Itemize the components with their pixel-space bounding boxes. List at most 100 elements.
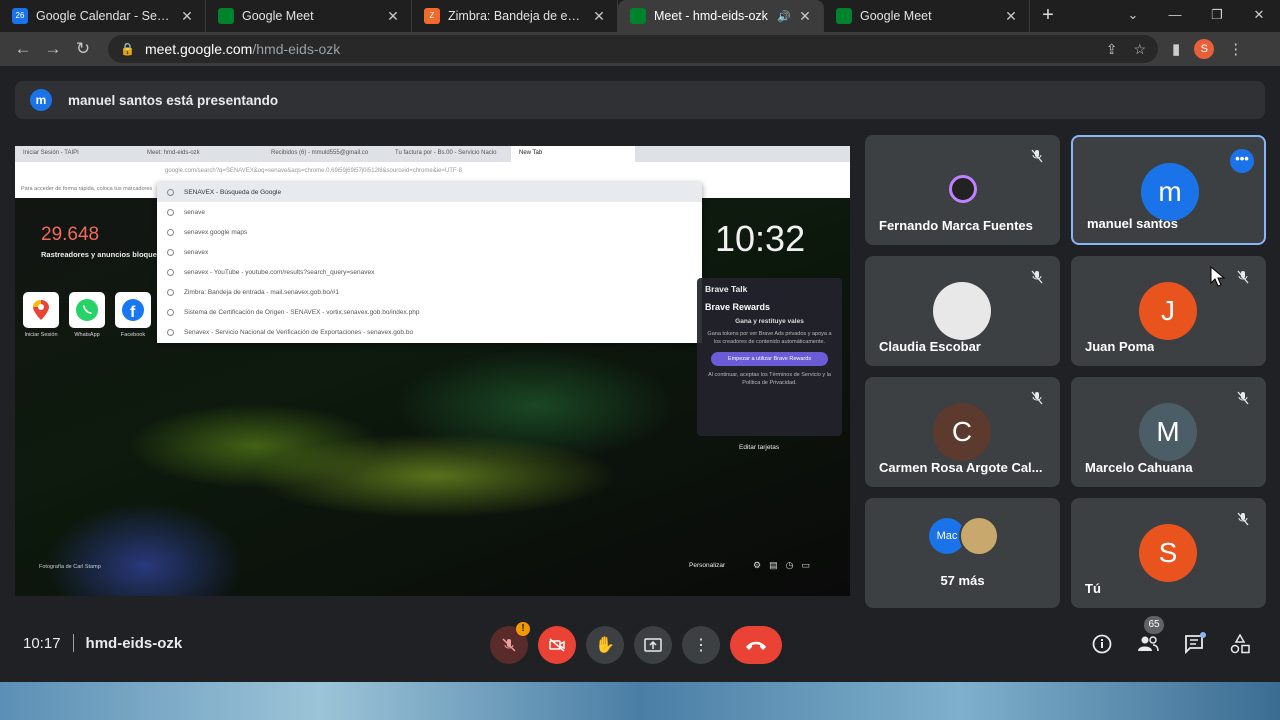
lock-icon[interactable]: 🔒 [120, 42, 135, 56]
participant-tile[interactable]: M Marcelo Cahuana [1071, 377, 1266, 487]
customize-label: Personalizar [689, 562, 726, 569]
camera-button[interactable] [538, 626, 576, 664]
present-button[interactable] [634, 626, 672, 664]
suggestion-text: SENAVEX - Búsqueda de Google [184, 188, 282, 196]
profile-avatar[interactable]: S [1194, 39, 1215, 59]
avatar: J [1139, 282, 1197, 340]
meeting-time: 10:17 [23, 634, 61, 652]
shortcut-label: WhatsApp [74, 332, 100, 338]
suggestion-text: senavex google maps [184, 228, 248, 236]
suggestion-item: senavex - YouTube - youtube.com/results?… [157, 262, 702, 282]
reload-button[interactable]: ↻ [68, 34, 98, 64]
map-pin-icon [33, 300, 49, 320]
presenting-text: manuel santos está presentando [68, 92, 279, 108]
bookmark-star-icon[interactable]: ☆ [1133, 41, 1146, 58]
menu-kebab-icon[interactable]: ⋮ [1228, 40, 1243, 58]
search-suggestions: SENAVEX - Búsqueda de Google senave senave… [157, 182, 702, 343]
participant-tile[interactable]: m ••• manuel santos [1071, 135, 1266, 245]
speaker-icon[interactable]: 🔊 [777, 10, 791, 23]
camera-off-icon [549, 638, 565, 652]
presenting-banner: m manuel santos está presentando [15, 81, 1265, 119]
participant-name: Marcelo Cahuana [1085, 460, 1193, 475]
shortcut-label: Iniciar Sesión [24, 332, 58, 338]
tab-title: Meet - hmd-eids-ozk [654, 9, 768, 23]
participant-tile[interactable]: Claudia Escobar [865, 256, 1060, 366]
participant-tile[interactable]: S Tú [1071, 498, 1266, 608]
participant-tile[interactable]: Mac 57 más [865, 498, 1060, 608]
chat-button[interactable] [1182, 630, 1206, 658]
suggestion-item: SENAVEX - Búsqueda de Google [157, 182, 702, 202]
suggestion-text: senavex - YouTube - youtube.com/results?… [184, 268, 375, 276]
participant-count-badge: 65 [1144, 616, 1164, 634]
tab-search-icon[interactable]: ⌄ [1112, 0, 1154, 32]
share-icon[interactable]: ⇪ [1106, 41, 1118, 58]
browser-tab[interactable]: Z Zimbra: Bandeja de entrada | ✕ [412, 0, 618, 32]
mic-off-icon [502, 638, 516, 652]
browser-tab[interactable]: 26 Google Calendar - Semana d ✕ [0, 0, 206, 32]
shared-tab: Meet: hmd-eids-ozk [147, 150, 200, 156]
tracker-label: Rastreadores y anuncios bloqueados [41, 250, 175, 259]
participant-tile[interactable]: Fernando Marca Fuentes [865, 135, 1060, 245]
browser-tab[interactable]: Meet - hmd-eids-ozk 🔊 ✕ [618, 0, 824, 32]
forward-button[interactable]: → [38, 34, 68, 64]
more-options-icon[interactable]: ••• [1230, 149, 1254, 173]
suggestion-icon [167, 228, 174, 236]
suggestion-text: Zimbra: Bandeja de entrada - mail.senave… [184, 288, 340, 296]
suggestion-icon [167, 308, 174, 316]
address-bar[interactable]: 🔒 meet.google.com/hmd-eids-ozk ⇪ ☆ [108, 35, 1158, 63]
muted-mic-icon [1232, 391, 1254, 413]
divider [72, 634, 74, 652]
participant-name: Fernando Marca Fuentes [879, 218, 1033, 233]
suggestion-text: Sistema de Certificación de Origen - SEN… [184, 308, 420, 316]
hang-up-icon [746, 641, 766, 650]
edit-cards-label: Editar tarjetas [739, 444, 780, 451]
muted-mic-icon [1232, 512, 1254, 534]
microphone-button[interactable]: ! [490, 622, 530, 664]
muted-mic-icon [1026, 149, 1048, 171]
address-domain: meet.google.com [144, 41, 253, 57]
tab-favicon-icon: Z [424, 8, 440, 24]
suggestion-text: senavex [184, 248, 209, 256]
suggestion-item: Senavex - Servicio Nacional de Verificac… [157, 322, 702, 342]
suggestion-item: senavex [157, 242, 702, 262]
tab-close-icon[interactable]: ✕ [591, 8, 607, 25]
leave-call-button[interactable] [730, 626, 782, 664]
back-button[interactable]: ← [8, 34, 38, 64]
hand-icon: ✋ [595, 637, 615, 654]
raise-hand-button[interactable]: ✋ [586, 626, 624, 664]
cast-icon: ▭ [801, 560, 810, 570]
meeting-details-button[interactable] [1090, 630, 1114, 658]
new-tab-button[interactable]: + [1030, 0, 1066, 32]
more-options-button[interactable]: ⋮ [682, 626, 720, 664]
brave-talk-label: Brave Talk [705, 284, 748, 294]
participant-name: Juan Poma [1085, 339, 1155, 354]
rewards-subtitle: Gana y restituye vales [735, 318, 804, 325]
browser-tab[interactable]: Google Meet ✕ [206, 0, 412, 32]
shared-browser-tabs: Iniciar Sesión - TAIPI Meet: hmd-eids-ozk… [15, 146, 850, 162]
participant-tile[interactable]: J Juan Poma [1071, 256, 1266, 366]
tab-close-icon[interactable]: ✕ [797, 8, 813, 25]
minimize-button[interactable]: — [1154, 0, 1196, 32]
tab-close-icon[interactable]: ✕ [385, 8, 401, 25]
shortcut-facebook: f Facebook [115, 292, 151, 338]
participant-tile[interactable]: C Carmen Rosa Argote Cal... [865, 377, 1060, 487]
close-window-button[interactable]: ✕ [1238, 0, 1280, 32]
suggestion-item: senave [157, 202, 702, 222]
people-button[interactable]: 65 [1136, 616, 1164, 658]
tab-close-icon[interactable]: ✕ [1003, 8, 1019, 25]
avatar: S [1139, 524, 1197, 582]
side-panel-icon[interactable]: ▮ [1172, 40, 1180, 58]
browser-tab[interactable]: Google Meet ✕ [824, 0, 1030, 32]
shared-screen[interactable]: Iniciar Sesión - TAIPI Meet: hmd-eids-ozk… [15, 146, 850, 596]
tab-favicon-icon [630, 8, 646, 24]
tab-close-icon[interactable]: ✕ [179, 8, 195, 25]
tab-favicon-icon [218, 8, 234, 24]
shared-bottom-icons: ⚙ ▤ ◷ ▭ [753, 560, 810, 571]
maximize-button[interactable]: ❐ [1196, 0, 1238, 32]
info-icon [1092, 634, 1112, 654]
tab-title: Google Calendar - Semana d [36, 9, 173, 23]
activities-button[interactable] [1228, 630, 1252, 658]
suggestion-text: Senavex - Servicio Nacional de Verificac… [184, 328, 414, 336]
avatar: M [1139, 403, 1197, 461]
shortcuts: Iniciar Sesión WhatsApp f Facebook [23, 292, 151, 338]
